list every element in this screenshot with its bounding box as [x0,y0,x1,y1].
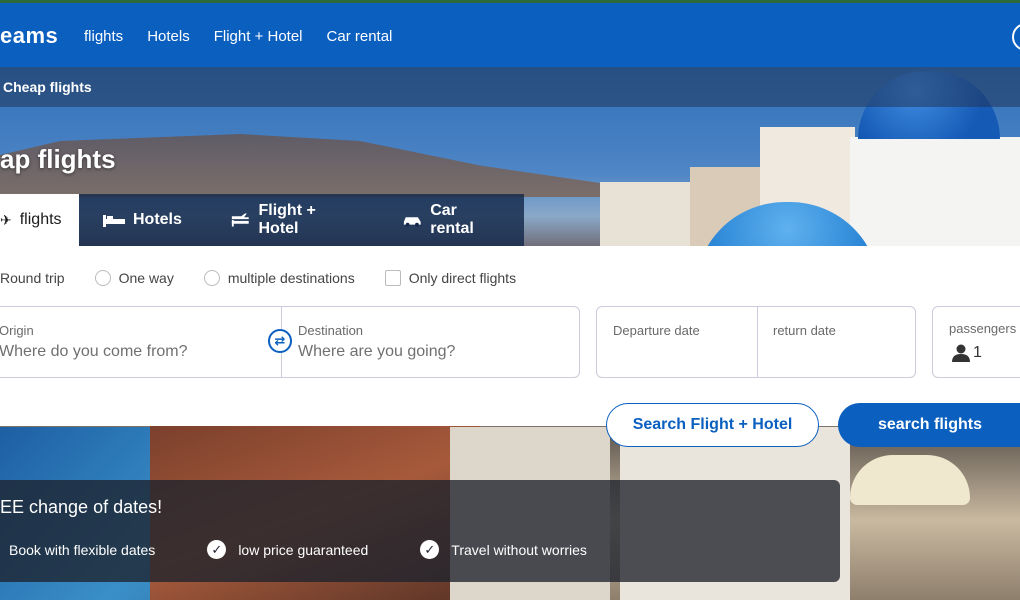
main-nav: flights Hotels Flight + Hotel Car rental [84,28,392,45]
account-icon[interactable] [1012,23,1020,51]
search-flights-button[interactable]: search flights [838,403,1020,447]
plane-bed-icon [231,213,249,227]
checkmark-icon: ✓ [420,540,440,559]
nav-hotels[interactable]: Hotels [147,28,190,45]
option-round-trip[interactable]: Round trip [0,270,65,286]
top-navigation-bar: eams flights Hotels Flight + Hotel Car r… [0,0,1020,67]
search-flight-hotel-button[interactable]: Search Flight + Hotel [606,403,819,447]
benefit-label: low price guaranteed [238,541,369,558]
destination-input[interactable] [298,343,548,361]
nav-car-rental[interactable]: Car rental [327,28,393,45]
tab-label: Flight + Hotel [258,202,316,237]
brand-logo[interactable]: eams [0,23,58,49]
tab-flights[interactable]: ✈ flights [0,194,79,246]
bed-icon [103,215,125,227]
direct-flights-label: Only direct flights [408,270,517,286]
tab-hotels[interactable]: Hotels [79,194,206,246]
passengers-label: passengers [949,321,1017,336]
checkmark-icon: ✓ [207,540,227,559]
nav-flight-hotel[interactable]: Flight + Hotel [214,28,303,45]
church-shape [850,137,1020,257]
tab-car-rental[interactable]: Car rental [378,194,524,246]
swap-locations-button[interactable]: ⇄ [268,329,292,353]
divider [757,307,758,377]
direct-flights-checkbox[interactable] [384,270,401,286]
origin-label: Origin [0,323,34,338]
passengers-count: 1 [973,344,982,361]
breadcrumb-bar: Cheap flights [0,67,1020,107]
benefit-item: ✓ Travel without worries [420,540,587,559]
promo-benefits: Book with flexible dates ✓ low price gua… [9,540,639,559]
building-shape [600,182,690,252]
dates-box: Departure date return date [596,306,916,378]
benefit-label: Travel without worries [451,541,587,558]
round-trip-label: Round trip [0,270,65,286]
multiple-destinations-label: multiple destinations [227,270,355,286]
tab-flight-hotel[interactable]: Flight + Hotel [206,194,378,246]
destination-label: Destination [298,323,364,338]
umbrella-shape [850,455,970,505]
tab-label: Car rental [430,202,474,237]
one-way-label: One way [118,270,174,286]
product-tabs: ✈ flights Hotels Flight + Hotel Car rent… [0,194,524,246]
person-icon [952,344,970,362]
one-way-radio[interactable] [94,270,111,286]
breadcrumb[interactable]: Cheap flights [3,79,92,95]
benefit-label: Book with flexible dates [9,541,156,558]
benefit-item: ✓ low price guaranteed [207,540,368,559]
page-title: ap flights [0,144,116,174]
tab-label: Hotels [133,211,182,228]
nav-flights[interactable]: flights [84,28,123,45]
option-multiple-destinations[interactable]: multiple destinations [203,270,355,286]
option-direct-flights[interactable]: Only direct flights [384,270,517,286]
benefit-item: Book with flexible dates [9,540,155,559]
search-panel: Round trip One way multiple destinations… [0,246,1020,426]
multiple-destinations-radio[interactable] [203,270,220,286]
car-icon [403,217,421,227]
plane-icon: ✈ [0,211,12,228]
promo-banner: EE change of dates! Book with flexible d… [0,480,840,582]
passengers-selector[interactable]: passengers 1 [932,306,1020,378]
return-date-field[interactable]: return date [773,323,836,338]
option-one-way[interactable]: One way [94,270,174,286]
origin-input[interactable] [0,343,249,361]
departure-date-field[interactable]: Departure date [613,323,700,338]
tab-label: flights [19,211,62,228]
trip-type-options: Round trip One way multiple destinations… [0,270,546,286]
promo-title: EE change of dates! [0,497,163,517]
